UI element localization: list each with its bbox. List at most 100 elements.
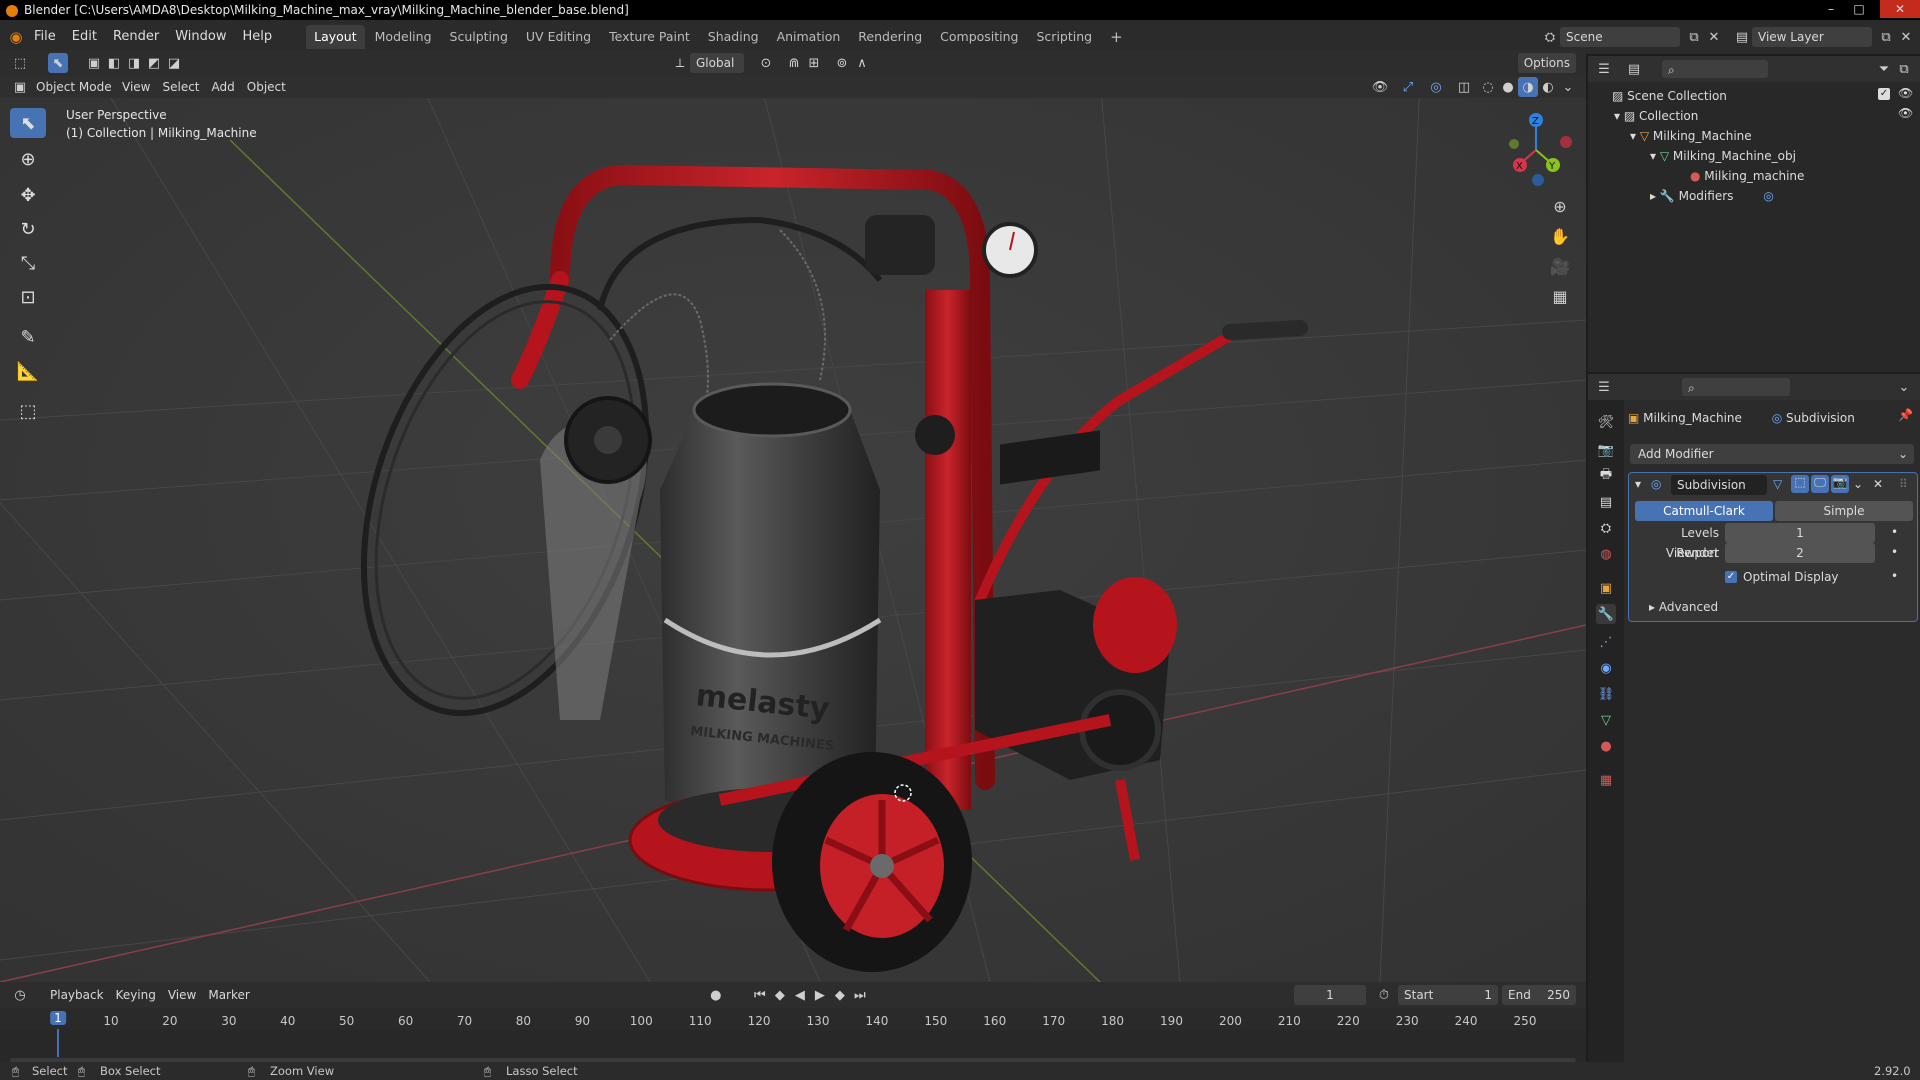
keyframe-dot-icon[interactable]: • <box>1891 545 1898 559</box>
close-window-button[interactable]: ✕ <box>1880 0 1920 18</box>
tool-move[interactable]: ✥ <box>10 180 46 210</box>
tool-transform[interactable]: ⊡ <box>10 282 46 312</box>
mode-new-icon[interactable]: ▣ <box>84 53 104 73</box>
gizmo-neg-z-icon[interactable] <box>1532 174 1544 186</box>
scene-selector-icon[interactable]: ⛭ <box>1540 27 1560 47</box>
filter-icon[interactable]: ⏷ <box>1874 59 1894 79</box>
delete-scene-icon[interactable]: ✕ <box>1704 27 1724 47</box>
menu-keying[interactable]: Keying <box>110 985 162 1005</box>
modifier-tab-icon[interactable]: 🔧 <box>1596 604 1616 624</box>
ortho-grid-icon[interactable]: ▦ <box>1546 282 1574 310</box>
preview-range-icon[interactable]: ⏱ <box>1374 985 1394 1005</box>
levels-viewport-field[interactable]: 1 <box>1725 523 1875 543</box>
add-workspace-button[interactable]: + <box>1102 25 1131 49</box>
outliner-search-input[interactable]: ⌕ <box>1662 60 1768 78</box>
start-frame-field[interactable]: Start 1 <box>1398 985 1498 1005</box>
proportional-edit-icon[interactable]: ⊚ <box>832 53 852 73</box>
properties-editor-type-icon[interactable]: ☰ <box>1594 377 1614 397</box>
catmull-clark-button[interactable]: Catmull-Clark <box>1635 501 1773 521</box>
edit-mode-toggle-icon[interactable]: ▽ <box>1773 477 1782 491</box>
frame-ruler[interactable]: 1 10 20 30 40 50 60 70 80 90 100 110 120 130 140 150 160… <box>0 1008 1586 1030</box>
object-visibility-eye-icon[interactable]: 👁 <box>1898 106 1913 120</box>
snap-target-icon[interactable]: ⊞ <box>804 53 824 73</box>
new-collection-icon[interactable]: ⧉ <box>1894 59 1914 79</box>
tab-uv-editing[interactable]: UV Editing <box>518 25 599 49</box>
outliner-item-collection[interactable]: ▾ ▨ Collection <box>1614 106 1698 126</box>
menu-edit[interactable]: Edit <box>64 26 105 48</box>
gizmo-toggle-icon[interactable]: ⤢ <box>1398 77 1418 97</box>
constraints-tab-icon[interactable]: ⛓ <box>1596 684 1616 704</box>
remove-modifier-icon[interactable]: ✕ <box>1873 477 1883 491</box>
keyframe-dot-icon[interactable]: • <box>1891 525 1898 539</box>
end-frame-field[interactable]: End 250 <box>1502 985 1576 1005</box>
cage-toggle-icon[interactable]: ⬚ <box>1791 475 1809 493</box>
data-tab-icon[interactable]: ▽ <box>1596 710 1616 730</box>
outliner-item-modifiers[interactable]: ▸ 🔧 Modifiers ◎ <box>1650 186 1774 206</box>
tab-shading[interactable]: Shading <box>700 25 767 49</box>
shading-solid-icon[interactable]: ● <box>1498 77 1518 97</box>
tool-tab-icon[interactable]: 🛠 <box>1596 412 1616 432</box>
render-toggle-icon[interactable]: 📷 <box>1831 475 1849 493</box>
shading-wireframe-icon[interactable]: ◌ <box>1478 77 1498 97</box>
tab-animation[interactable]: Animation <box>769 25 849 49</box>
tab-scripting[interactable]: Scripting <box>1029 25 1101 49</box>
zoom-icon[interactable]: ⊕ <box>1546 192 1574 220</box>
3d-viewport[interactable]: melasty MILKING MACHINES User Perspectiv… <box>0 80 1586 982</box>
view-layer-tab-icon[interactable]: ▤ <box>1596 492 1616 512</box>
overlays-icon[interactable]: ◎ <box>1426 77 1446 97</box>
view-layer-field[interactable]: View Layer <box>1752 27 1872 47</box>
collection-exclude-checkbox[interactable]: ✓ <box>1878 88 1890 100</box>
modifier-name-field[interactable]: Subdivision <box>1671 475 1767 495</box>
play-reverse-icon[interactable]: ◀ <box>790 985 810 1005</box>
menu-help[interactable]: Help <box>235 26 281 48</box>
properties-search-input[interactable]: ⌕ <box>1682 378 1790 396</box>
collection-visibility-eye-icon[interactable]: 👁 <box>1898 86 1913 100</box>
editor-type-icon[interactable]: ⬚ <box>10 53 30 73</box>
shading-material-icon[interactable]: ◑ <box>1518 77 1538 97</box>
tool-measure[interactable]: 📐 <box>10 356 46 386</box>
jump-end-icon[interactable]: ⏭ <box>850 985 870 1005</box>
tab-rendering[interactable]: Rendering <box>850 25 930 49</box>
mode-invert-icon[interactable]: ◩ <box>144 53 164 73</box>
orientation-dropdown[interactable]: Global <box>690 53 744 73</box>
outliner-editor-type-icon[interactable]: ☰ <box>1594 59 1614 79</box>
maximize-button[interactable]: □ <box>1846 0 1872 18</box>
scene-name-field[interactable]: Scene <box>1560 27 1680 47</box>
viewport-menu-select[interactable]: Select <box>156 77 205 97</box>
tab-compositing[interactable]: Compositing <box>932 25 1026 49</box>
texture-tab-icon[interactable]: ▦ <box>1596 770 1616 790</box>
material-tab-icon[interactable]: ● <box>1596 736 1616 756</box>
viewport-menu-view[interactable]: View <box>116 77 156 97</box>
object-mode-dropdown[interactable]: Object Mode <box>30 77 112 97</box>
outliner-item-milking-machine-obj[interactable]: ▾ ▽ Milking_Machine_obj <box>1650 146 1796 166</box>
menu-file[interactable]: File <box>26 26 64 48</box>
outliner-scene-collection[interactable]: ▨ Scene Collection <box>1612 86 1727 106</box>
tab-layout[interactable]: Layout <box>306 25 365 49</box>
world-tab-icon[interactable]: ◍ <box>1596 544 1616 564</box>
falloff-icon[interactable]: ∧ <box>852 53 872 73</box>
auto-keying-icon[interactable]: ● <box>706 985 726 1005</box>
menu-render[interactable]: Render <box>105 26 167 48</box>
mode-intersect-icon[interactable]: ◪ <box>164 53 184 73</box>
scene-tab-icon[interactable]: ⛭ <box>1596 518 1616 538</box>
mode-extend-icon[interactable]: ◧ <box>104 53 124 73</box>
options-dropdown[interactable]: Options <box>1517 53 1576 73</box>
drag-handle-icon[interactable]: ⠿ <box>1899 477 1908 491</box>
current-frame-field[interactable]: 1 <box>1294 985 1366 1005</box>
menu-playback[interactable]: Playback <box>44 985 110 1005</box>
shading-rendered-icon[interactable]: ◐ <box>1538 77 1558 97</box>
tool-cursor[interactable]: ⊕ <box>10 144 46 174</box>
play-icon[interactable]: ▶ <box>810 985 830 1005</box>
menu-timeline-view[interactable]: View <box>162 985 202 1005</box>
tool-annotate[interactable]: ✎ <box>10 322 46 352</box>
add-modifier-dropdown[interactable]: Add Modifier ⌄ <box>1630 444 1914 464</box>
timeline-editor-type-icon[interactable]: ◷ <box>10 985 30 1005</box>
mode-subtract-icon[interactable]: ◨ <box>124 53 144 73</box>
snap-icon[interactable]: ⋒ <box>784 53 804 73</box>
keyframe-dot-icon[interactable]: • <box>1891 569 1898 583</box>
blender-menu-icon[interactable]: ◉ <box>6 27 26 47</box>
properties-options-icon[interactable]: ⌄ <box>1894 377 1914 397</box>
tab-modeling[interactable]: Modeling <box>367 25 440 49</box>
outliner-item-milking-machine[interactable]: ▾ ▽ Milking_Machine <box>1630 126 1752 146</box>
gizmo-neg-y-icon[interactable] <box>1509 139 1519 149</box>
